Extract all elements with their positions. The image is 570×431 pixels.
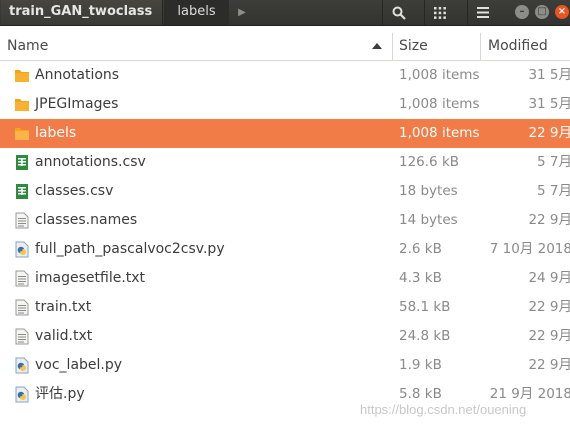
- text-file-icon: [14, 212, 30, 229]
- file-row[interactable]: classes.csv 18 bytes 5 7月: [0, 177, 570, 206]
- file-name: 评估.py: [35, 386, 85, 402]
- file-name: JPEGImages: [35, 96, 119, 112]
- column-name-header[interactable]: Name: [7, 33, 48, 60]
- file-list: Annotations 1,008 items 31 5月 JPEGImages 1,0…: [0, 61, 570, 409]
- file-size: 18 bytes: [399, 183, 458, 199]
- view-toggle-button[interactable]: [424, 0, 455, 25]
- file-name: labels: [35, 125, 77, 141]
- breadcrumb-forward-icon[interactable]: ▶: [230, 0, 254, 25]
- file-row[interactable]: Annotations 1,008 items 31 5月: [0, 61, 570, 90]
- file-size: 14 bytes: [399, 212, 458, 228]
- hamburger-menu-icon: [477, 7, 489, 18]
- file-modified: 24 9月: [528, 270, 570, 286]
- file-modified: 22 9月: [528, 299, 570, 315]
- folder-icon: [14, 67, 30, 84]
- file-name: train.txt: [35, 299, 92, 315]
- folder-icon: [14, 125, 30, 142]
- python-file-icon: [14, 386, 30, 403]
- file-size: 2.6 kB: [399, 241, 442, 257]
- minimize-button[interactable]: –: [515, 5, 529, 19]
- text-file-icon: [14, 328, 30, 345]
- file-modified: 22 9月: [528, 328, 570, 344]
- column-divider[interactable]: [480, 33, 481, 60]
- column-header: Name Size Modified: [0, 33, 570, 61]
- watermark: https://blog.csdn.net/ouening: [360, 402, 527, 417]
- file-row[interactable]: labels 1,008 items 22 9月: [0, 119, 570, 148]
- spreadsheet-file-icon: [14, 183, 30, 200]
- file-name: valid.txt: [35, 328, 93, 344]
- file-modified: 7 10月 2018: [489, 241, 570, 257]
- close-button[interactable]: ×: [555, 5, 569, 19]
- file-size: 1,008 items: [399, 67, 480, 83]
- spreadsheet-file-icon: [14, 154, 30, 171]
- file-row[interactable]: full_path_pascalvoc2csv.py 2.6 kB 7 10月 20…: [0, 235, 570, 264]
- header-bar: train_GAN_twoclass labels ▶ – □ ×: [0, 0, 570, 26]
- column-modified-header[interactable]: Modified: [488, 33, 548, 60]
- file-name: Annotations: [35, 67, 120, 83]
- file-row[interactable]: valid.txt 24.8 kB 22 9月: [0, 322, 570, 351]
- text-file-icon: [14, 270, 30, 287]
- file-modified: 5 7月: [537, 183, 570, 199]
- file-size: 126.6 kB: [399, 154, 460, 170]
- sort-ascending-icon[interactable]: [372, 43, 382, 49]
- file-row[interactable]: imagesetfile.txt 4.3 kB 24 9月: [0, 264, 570, 293]
- file-size: 1,008 items: [399, 125, 480, 141]
- file-size: 4.3 kB: [399, 270, 442, 286]
- file-row[interactable]: train.txt 58.1 kB 22 9月: [0, 293, 570, 322]
- maximize-button[interactable]: □: [535, 5, 549, 19]
- file-size: 24.8 kB: [399, 328, 451, 344]
- column-divider[interactable]: [392, 33, 393, 60]
- text-file-icon: [14, 299, 30, 316]
- file-name: voc_label.py: [35, 357, 123, 373]
- file-row[interactable]: annotations.csv 126.6 kB 5 7月: [0, 148, 570, 177]
- file-modified: 31 5月: [528, 67, 570, 83]
- file-name: classes.csv: [35, 183, 114, 199]
- python-file-icon: [14, 357, 30, 374]
- file-row[interactable]: JPEGImages 1,008 items 31 5月: [0, 90, 570, 119]
- menu-button[interactable]: [467, 0, 498, 25]
- file-name: full_path_pascalvoc2csv.py: [35, 241, 225, 257]
- breadcrumb-parent[interactable]: train_GAN_twoclass: [1, 0, 163, 25]
- file-modified: 22 9月: [528, 212, 570, 228]
- grid-view-icon: [434, 6, 446, 19]
- file-modified: 31 5月: [528, 96, 570, 112]
- file-size: 1.9 kB: [399, 357, 442, 373]
- file-modified: 22 9月: [528, 357, 570, 373]
- file-modified: 22 9月: [528, 125, 570, 141]
- file-size: 58.1 kB: [399, 299, 451, 315]
- search-button[interactable]: [382, 0, 415, 25]
- column-size-header[interactable]: Size: [399, 33, 428, 60]
- file-modified: 5 7月: [537, 154, 570, 170]
- python-file-icon: [14, 241, 30, 258]
- file-row[interactable]: classes.names 14 bytes 22 9月: [0, 206, 570, 235]
- file-size: 1,008 items: [399, 96, 480, 112]
- search-icon: [392, 6, 406, 20]
- file-row[interactable]: voc_label.py 1.9 kB 22 9月: [0, 351, 570, 380]
- breadcrumb-current[interactable]: labels: [164, 0, 229, 25]
- file-name: annotations.csv: [35, 154, 146, 170]
- folder-icon: [14, 96, 30, 113]
- file-name: imagesetfile.txt: [35, 270, 146, 286]
- file-name: classes.names: [35, 212, 138, 228]
